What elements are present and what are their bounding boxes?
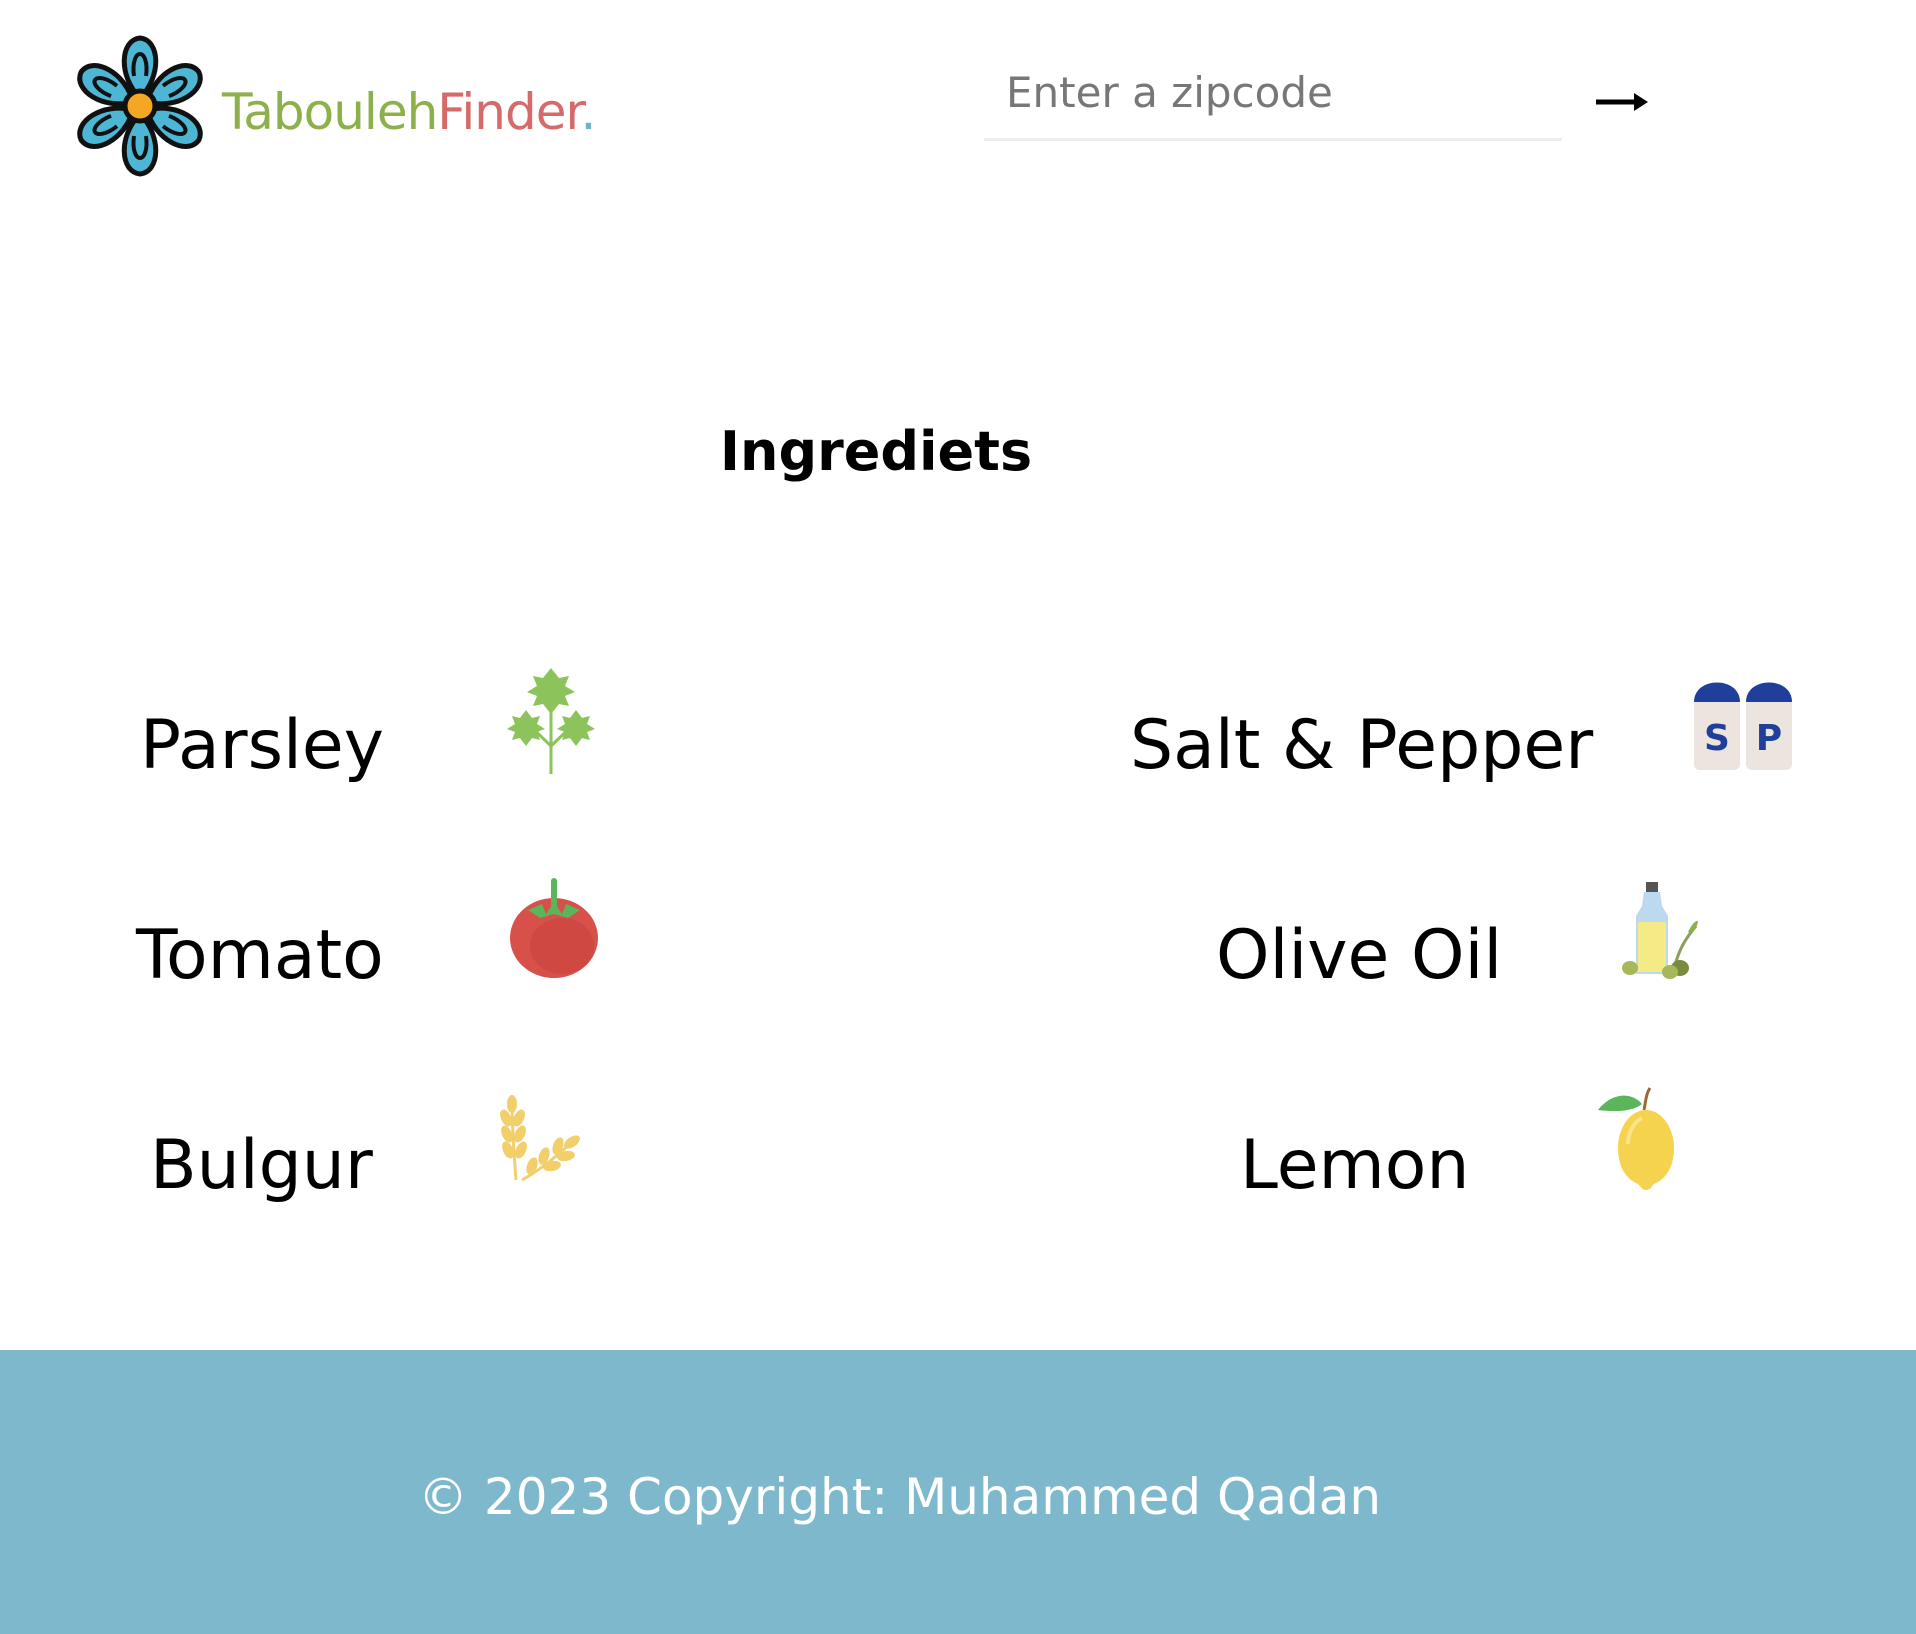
arrow-right-icon — [1590, 93, 1654, 133]
tomato-icon — [508, 876, 600, 982]
olive-oil-icon — [1622, 880, 1702, 980]
lemon-icon — [1594, 1086, 1678, 1192]
ingredient-label: Olive Oil — [1216, 916, 1503, 995]
logo-text: TaboulehFinder. — [222, 75, 596, 137]
svg-text:P: P — [1756, 718, 1782, 759]
zipcode-input[interactable] — [984, 60, 1562, 138]
ingredient-label: Bulgur — [150, 1126, 373, 1205]
svg-text:S: S — [1704, 718, 1730, 759]
logo-link[interactable]: TaboulehFinder. — [66, 32, 596, 180]
wheat-icon — [500, 1094, 580, 1184]
ingredient-label: Parsley — [140, 706, 384, 785]
flower-icon — [66, 32, 214, 180]
logo-word-finder: Finder — [437, 83, 581, 141]
page: TaboulehFinder. Ingrediets Parsley — [0, 0, 1916, 1634]
zipcode-submit-button[interactable] — [1590, 66, 1654, 130]
logo-dot: . — [580, 83, 596, 141]
salt-pepper-icon: S P — [1690, 668, 1800, 772]
zipcode-field-wrapper — [984, 60, 1562, 141]
copyright-text: © 2023 Copyright: Muhammed Qadan — [418, 1468, 1382, 1526]
footer: © 2023 Copyright: Muhammed Qadan — [0, 1350, 1916, 1634]
logo-word-tabouleh: Tabouleh — [222, 83, 438, 141]
ingredient-label: Tomato — [136, 916, 384, 995]
ingredient-label: Salt & Pepper — [1130, 706, 1594, 785]
parsley-icon — [506, 666, 596, 776]
ingredients-title: Ingrediets — [719, 420, 1033, 483]
ingredient-label: Lemon — [1240, 1126, 1470, 1205]
